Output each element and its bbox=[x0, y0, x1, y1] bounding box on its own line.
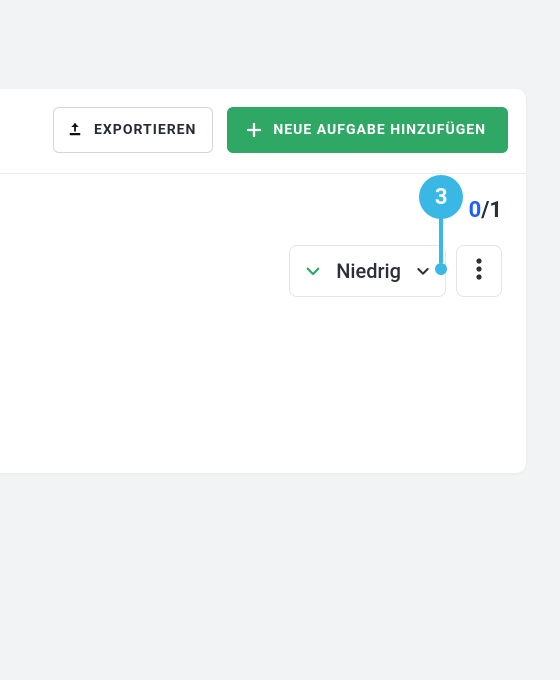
task-description: ener Wert: up to erber aus dem schnittsw… bbox=[0, 288, 289, 374]
export-button[interactable]: EXPORTIEREN bbox=[53, 107, 213, 153]
more-vertical-icon bbox=[476, 258, 482, 284]
more-actions-button[interactable] bbox=[456, 245, 502, 297]
counter-done: 0 bbox=[469, 198, 482, 223]
counter-separator: / bbox=[481, 198, 489, 223]
task-desc-3: schnittswert für die bbox=[0, 346, 289, 375]
export-button-label: EXPORTIEREN bbox=[94, 122, 196, 138]
task-title: schreibung um 19 px bbox=[0, 251, 289, 282]
task-card: EXPORTIEREN NEUE AUFGABE HINZUFÜGEN 0/1 … bbox=[0, 89, 526, 473]
topbar: EXPORTIEREN NEUE AUFGABE HINZUFÜGEN bbox=[0, 89, 526, 174]
add-task-button-label: NEUE AUFGABE HINZUFÜGEN bbox=[273, 122, 486, 138]
upload-icon bbox=[66, 121, 84, 139]
task-desc-2: erber aus dem bbox=[0, 317, 289, 346]
caret-down-icon bbox=[415, 263, 431, 279]
onboarding-step-number: 3 bbox=[435, 185, 448, 210]
task-row: schreibung um 19 px ener Wert: up to erb… bbox=[0, 223, 526, 374]
priority-label: Niedrig bbox=[336, 259, 401, 283]
task-controls: 3 Niedrig bbox=[289, 245, 502, 297]
task-text: schreibung um 19 px ener Wert: up to erb… bbox=[0, 245, 289, 374]
onboarding-step-badge: 3 bbox=[419, 175, 463, 219]
plus-icon bbox=[245, 121, 263, 139]
counter-total: 1 bbox=[489, 198, 502, 223]
chevron-down-icon bbox=[304, 262, 322, 280]
onboarding-step-stem bbox=[439, 217, 443, 263]
priority-dropdown[interactable]: Niedrig bbox=[289, 245, 446, 297]
add-task-button[interactable]: NEUE AUFGABE HINZUFÜGEN bbox=[227, 107, 508, 153]
